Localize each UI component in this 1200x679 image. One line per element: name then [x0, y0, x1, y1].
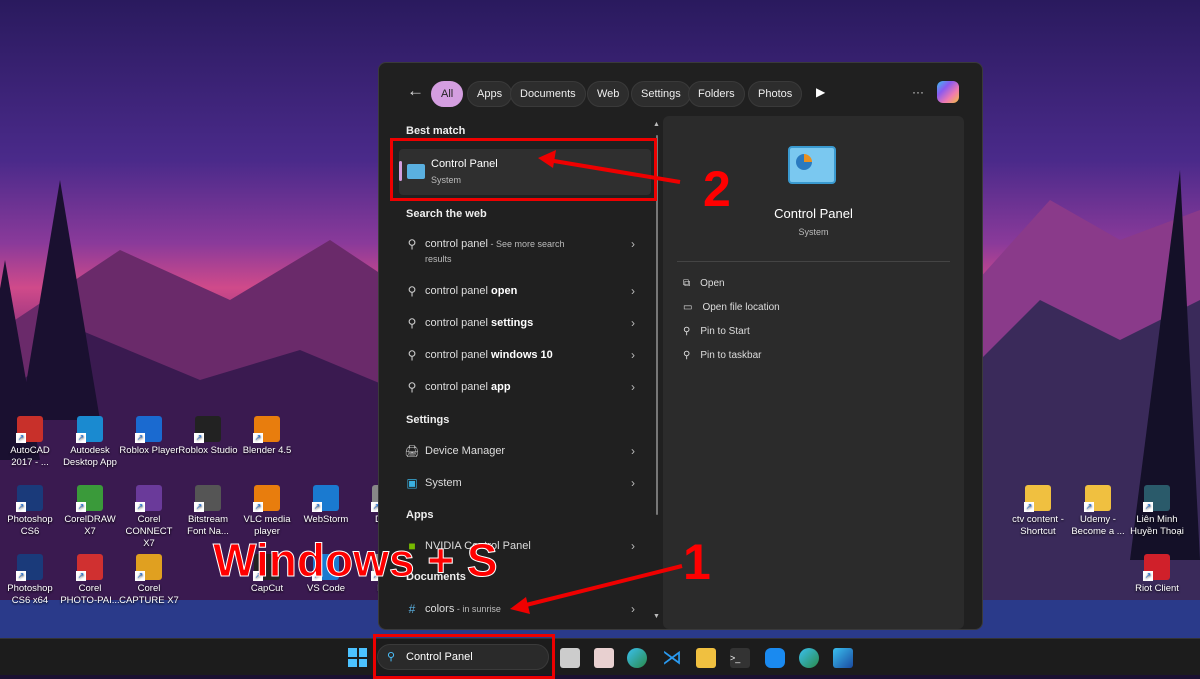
step-1-label: 1 [683, 534, 711, 590]
shortcut-annotation: Windows + S [213, 534, 499, 587]
arrow-2 [547, 158, 681, 184]
annotation-arrows [510, 150, 683, 614]
arrow-1-head [510, 597, 530, 614]
arrow-2-head [538, 150, 556, 168]
arrow-1 [521, 564, 683, 608]
step-2-label: 2 [703, 161, 731, 217]
